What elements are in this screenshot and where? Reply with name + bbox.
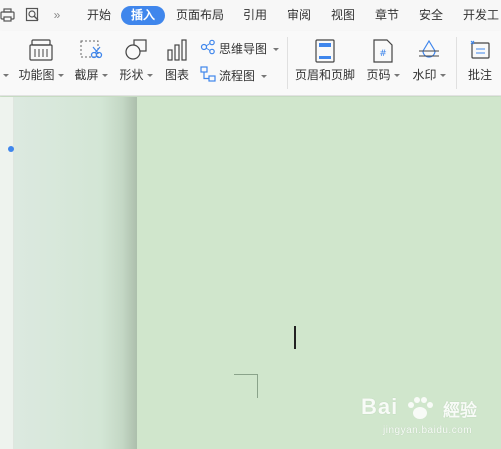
shape-icon [124,39,148,64]
flowchart-label: 流程图 [219,69,256,83]
mindmap-icon [200,39,216,59]
mindmap-button[interactable]: 思维导图 [200,39,280,59]
page-edge-shadow [122,97,138,449]
comment-label: 批注 [467,68,492,82]
function-chart-icon [29,39,53,64]
watermark-label: 水印 [412,68,437,82]
mindmap-caret-icon [273,47,280,51]
tab-review[interactable]: 审阅 [284,6,314,25]
menu-tab-bar: » 开始 插入 页面布局 引用 审阅 视图 章节 安全 开发工 [0,0,501,31]
chart-label: 图表 [164,68,189,82]
shape-caret-icon [146,74,153,78]
tab-developer[interactable]: 开发工 [463,6,501,25]
tab-insert[interactable]: 插入 [121,6,165,25]
page-number-button[interactable]: # 页码 [363,31,403,91]
bar-chart-icon [166,39,188,64]
watermark-url-text: jingyan.baidu.com [383,425,473,436]
chart-button[interactable]: 图表 [161,31,193,91]
comment-icon [469,39,491,64]
comment-button[interactable]: 批注 [462,31,498,91]
flowchart-icon [200,66,216,86]
svg-text:#: # [379,49,387,59]
ribbon-left-caret-icon[interactable] [3,74,9,77]
function-chart-label: 功能图 [18,68,55,82]
ribbon-toolbar: 功能图 截屏 形状 图表 思维导图 流程图 页眉和页脚 # 页码 水印 批注 [0,31,501,96]
screenshot-caret-icon [101,74,108,78]
shape-label: 形状 [119,68,144,82]
mindmap-label: 思维导图 [219,42,268,56]
tab-view[interactable]: 视图 [328,6,358,25]
shape-button[interactable]: 形状 [117,31,155,91]
watermark-icon [418,39,440,64]
flowchart-button[interactable]: 流程图 [200,66,268,86]
screenshot-icon [79,39,103,64]
ribbon-separator [287,37,288,89]
page-number-caret-icon [393,74,400,78]
ribbon-separator [456,37,457,89]
more-chevron-icon[interactable]: » [50,6,64,25]
text-cursor [294,326,296,349]
paw-logo-icon [405,396,435,427]
header-footer-icon [315,39,335,66]
page-number-icon: # [373,39,393,66]
watermark-caret-icon [439,74,446,78]
print-icon[interactable] [0,7,16,23]
watermark-jingyan-text: 經验 [443,401,477,420]
baidu-jingyan-watermark: Bai 經验 jingyan.baidu.com [361,392,486,442]
tab-references[interactable]: 引用 [240,6,270,25]
tab-home[interactable]: 开始 [84,6,114,25]
flowchart-caret-icon [261,74,268,78]
print-preview-icon[interactable] [25,7,41,23]
tab-page-layout[interactable]: 页面布局 [173,6,227,25]
watermark-brand-text: Bai [361,394,399,419]
tab-security[interactable]: 安全 [416,6,446,25]
watermark-button[interactable]: 水印 [408,31,450,91]
tab-chapter[interactable]: 章节 [372,6,402,25]
document-gutter [14,97,138,449]
function-chart-caret-icon [57,74,64,78]
page-number-label: 页码 [366,68,391,82]
header-footer-label: 页眉和页脚 [294,68,355,82]
screenshot-label: 截屏 [74,68,99,82]
navigation-strip [0,97,14,449]
page-margin-corner-mark [234,374,258,398]
function-chart-button[interactable]: 功能图 [16,31,66,91]
header-footer-button[interactable]: 页眉和页脚 [293,31,357,91]
screenshot-button[interactable]: 截屏 [72,31,110,91]
